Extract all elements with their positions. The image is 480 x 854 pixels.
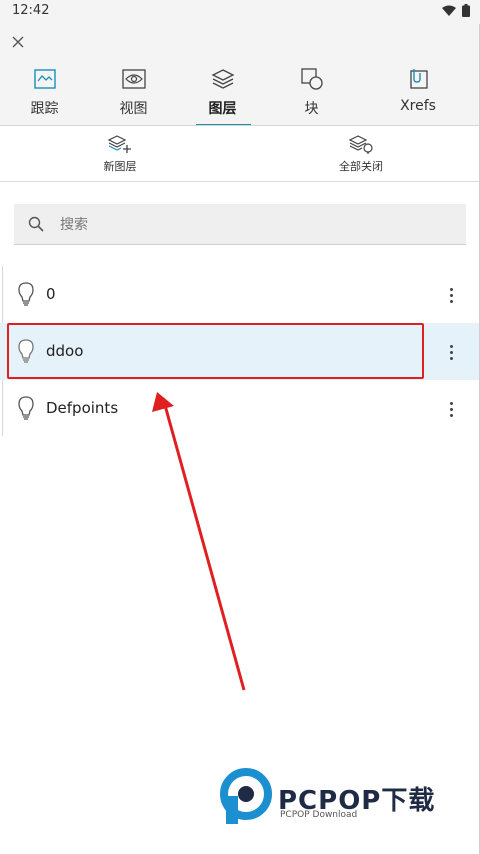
watermark: PCPOP下载 PCPOP Download [218,766,468,830]
watermark-subtext: PCPOP Download [280,810,358,820]
pcpop-logo-icon [220,768,272,824]
annotation-arrow [152,392,246,691]
